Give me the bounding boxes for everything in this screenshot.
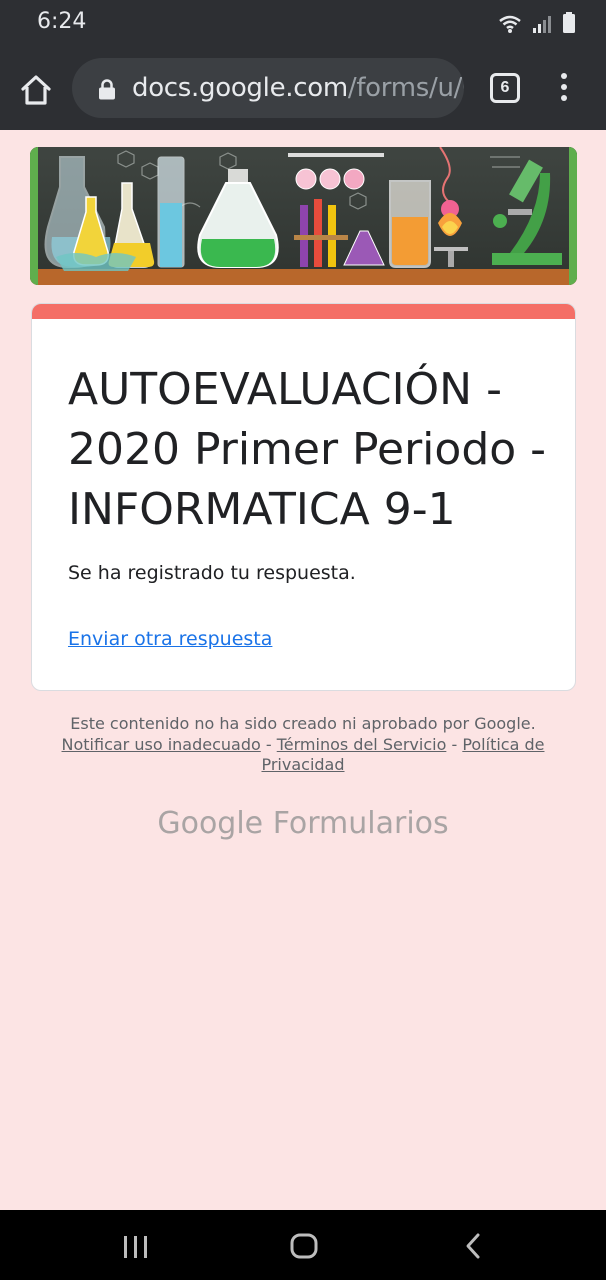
more-vert-icon[interactable]	[552, 70, 576, 106]
browser-toolbar: docs.google.com/forms/u/0 6	[0, 46, 606, 130]
confirmation-message: Se ha registrado tu respuesta.	[68, 562, 356, 584]
tab-switcher-button[interactable]: 6	[490, 73, 520, 103]
recent-apps-icon[interactable]	[122, 1234, 150, 1260]
footer-separator: -	[446, 735, 463, 754]
disclaimer-text: Este contenido no ha sido creado ni apro…	[70, 714, 536, 733]
home-icon[interactable]	[18, 72, 54, 108]
header-banner-image	[30, 147, 577, 285]
status-bar: 6:24	[0, 0, 606, 46]
brand-product: Formularios	[272, 806, 449, 841]
footer-separator: -	[260, 735, 277, 754]
back-icon[interactable]	[462, 1232, 486, 1260]
url-domain: docs.google.com	[132, 73, 348, 103]
brand-google: Google	[157, 806, 264, 841]
wifi-icon	[499, 15, 521, 33]
google-forms-logo[interactable]: Google Formularios	[0, 806, 606, 841]
form-title: AUTOEVALUACIÓN - 2020 Primer Periodo - I…	[68, 364, 547, 535]
status-icons	[498, 12, 576, 34]
report-abuse-link[interactable]: Notificar uso inadecuado	[62, 735, 261, 754]
url-text: docs.google.com/forms/u/0	[132, 73, 464, 103]
signal-icon	[533, 16, 551, 33]
url-path: /forms/u/0	[347, 73, 464, 103]
nav-home-icon[interactable]	[290, 1232, 318, 1260]
form-card: AUTOEVALUACIÓN - 2020 Primer Periodo - I…	[31, 303, 576, 691]
address-bar[interactable]: docs.google.com/forms/u/0	[72, 58, 464, 118]
footer-links: Notificar uso inadecuado - Términos del …	[40, 735, 566, 775]
card-accent-bar	[32, 304, 575, 319]
tab-count: 6	[500, 79, 510, 96]
submit-another-response-link[interactable]: Enviar otra respuesta	[68, 628, 272, 650]
lock-icon	[99, 79, 115, 100]
terms-of-service-link[interactable]: Términos del Servicio	[277, 735, 447, 754]
battery-icon	[563, 12, 575, 33]
system-nav-bar	[0, 1210, 606, 1280]
status-time: 6:24	[37, 9, 87, 34]
